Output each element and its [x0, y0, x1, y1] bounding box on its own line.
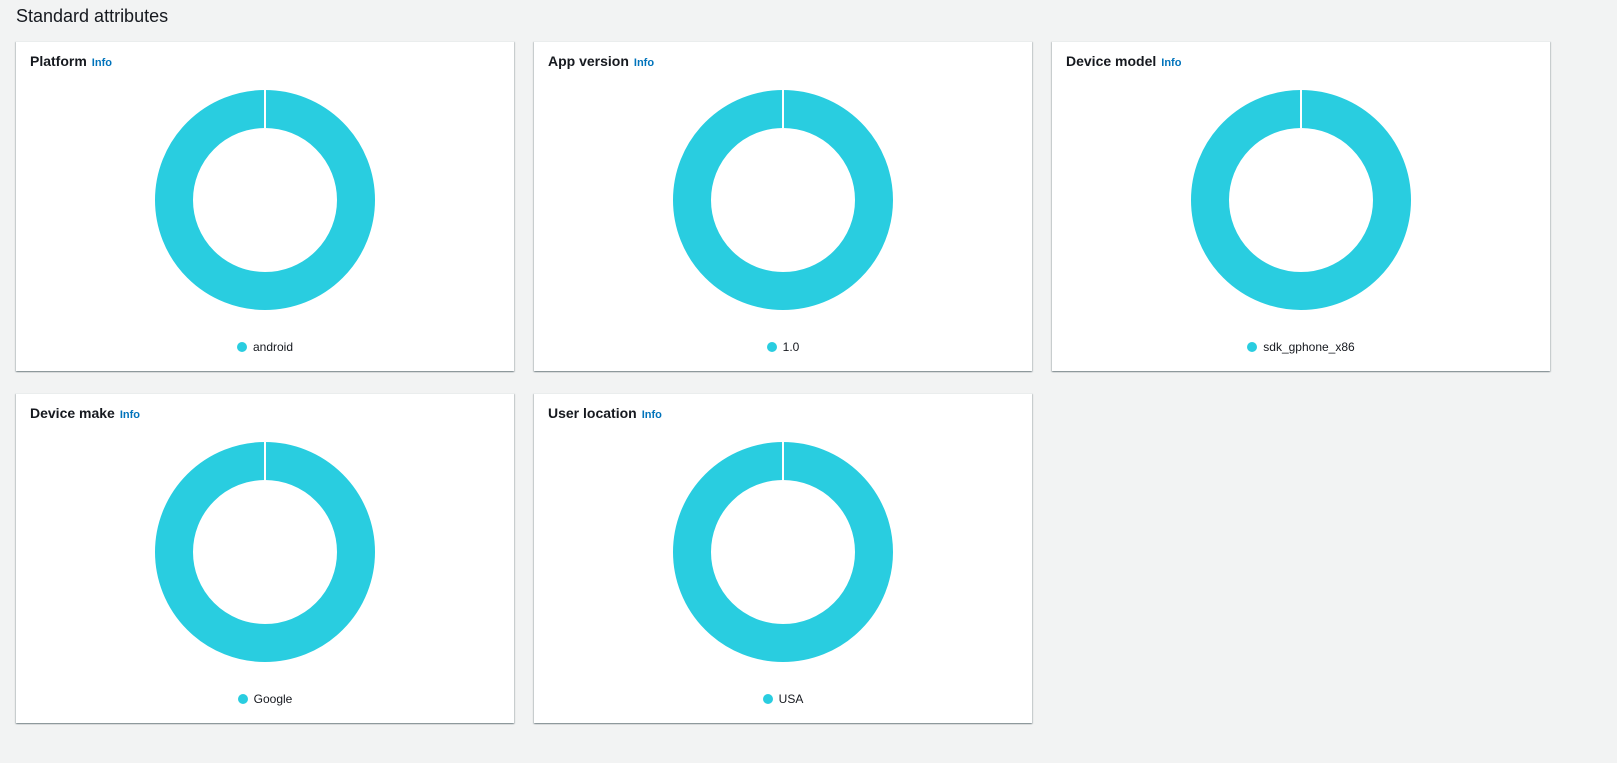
card-header: Platform Info: [30, 53, 112, 69]
pie-slice-USA[interactable]: [673, 442, 893, 662]
legend-label: USA: [778, 692, 804, 706]
legend: 1.0: [534, 340, 1032, 354]
legend: USA: [534, 692, 1032, 706]
legend-label: android: [252, 340, 294, 354]
info-link[interactable]: Info: [92, 57, 112, 69]
platform-card: Platform Info android: [16, 41, 514, 371]
legend: sdk_gphone_x86: [1052, 340, 1550, 354]
device-make-card: Device make Info Google: [16, 393, 514, 723]
app-version-card: App version Info 1.0: [534, 41, 1032, 371]
pie-slice-sdk_gphone_x86[interactable]: [1191, 90, 1411, 310]
card-title: Device model: [1066, 53, 1157, 69]
card-title: Device make: [30, 405, 115, 421]
pie-slice-Google[interactable]: [155, 442, 375, 662]
info-link[interactable]: Info: [120, 409, 140, 421]
device-model-card: Device model Info sdk_gphone_x86: [1052, 41, 1550, 371]
pie-slice-1.0[interactable]: [673, 90, 893, 310]
legend-swatch: [236, 342, 247, 352]
legend-swatch: [1247, 342, 1258, 352]
legend-swatch: [762, 694, 773, 704]
donut-chart: [673, 90, 893, 310]
donut-chart: [1191, 90, 1411, 310]
donut-chart: [155, 442, 375, 662]
user-location-card: User location Info USA: [534, 393, 1032, 723]
legend-swatch: [766, 342, 777, 352]
info-link[interactable]: Info: [642, 409, 662, 421]
legend-label: sdk_gphone_x86: [1263, 340, 1355, 354]
legend-label: 1.0: [782, 340, 800, 354]
info-link[interactable]: Info: [1161, 57, 1181, 69]
donut-chart: [673, 442, 893, 662]
card-header: App version Info: [548, 53, 654, 69]
legend: Google: [16, 692, 514, 706]
card-title: Platform: [30, 53, 87, 69]
card-title: User location: [548, 405, 637, 421]
section-title: Standard attributes: [16, 6, 169, 26]
pie-slice-android[interactable]: [155, 90, 375, 310]
card-title: App version: [548, 53, 629, 69]
legend-label: Google: [253, 692, 293, 706]
card-header: User location Info: [548, 405, 662, 421]
info-link[interactable]: Info: [634, 57, 654, 69]
legend-swatch: [237, 694, 248, 704]
legend: android: [16, 340, 514, 354]
donut-chart: [155, 90, 375, 310]
card-header: Device make Info: [30, 405, 140, 421]
card-header: Device model Info: [1066, 53, 1181, 69]
